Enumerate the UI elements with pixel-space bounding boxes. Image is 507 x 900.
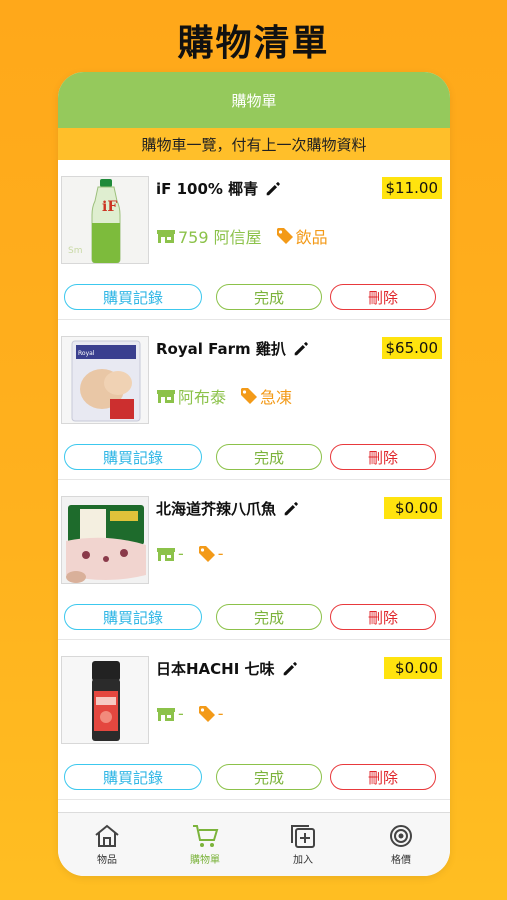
purchase-history-button[interactable]: 購買記錄 bbox=[64, 444, 202, 470]
done-button[interactable]: 完成 bbox=[216, 284, 322, 310]
category-tag[interactable]: - bbox=[198, 704, 224, 723]
store-name: 759 阿信屋 bbox=[178, 228, 262, 247]
price-badge: $0.00 bbox=[384, 497, 442, 519]
store-label[interactable]: 阿布泰 bbox=[156, 384, 226, 408]
tab-add[interactable]: 加入 bbox=[254, 813, 352, 876]
tab-label: 加入 bbox=[293, 855, 313, 866]
item-name: 日本HACHI 七味 bbox=[156, 658, 299, 679]
edit-pencil-icon[interactable] bbox=[281, 660, 299, 678]
item-name: iF 100% 椰青 bbox=[156, 178, 282, 199]
item-name-text: iF 100% 椰青 bbox=[156, 180, 259, 198]
price-badge: $11.00 bbox=[381, 177, 442, 199]
tab-label: 購物單 bbox=[190, 855, 220, 866]
svg-text:Sm: Sm bbox=[68, 246, 82, 256]
list-item: 日本HACHI 七味 $0.00 - - 購買記錄 完成 刪除 bbox=[58, 640, 450, 800]
price-badge: $0.00 bbox=[384, 657, 442, 679]
list-item: iF Sm iF 100% 椰青 $11.00 759 阿信屋 飲品 購買記錄 … bbox=[58, 160, 450, 320]
store-icon bbox=[157, 707, 175, 721]
item-actions: 購買記錄 完成 刪除 bbox=[64, 284, 438, 310]
tag-icon bbox=[198, 545, 215, 562]
nav-title: 購物單 bbox=[231, 91, 277, 110]
tab-label: 格價 bbox=[391, 855, 411, 866]
store-icon bbox=[157, 547, 175, 561]
nav-header: 購物單 bbox=[58, 72, 450, 128]
delete-button[interactable]: 刪除 bbox=[330, 284, 436, 310]
tag-icon bbox=[276, 228, 293, 244]
store-icon bbox=[157, 390, 175, 403]
shopping-list: iF Sm iF 100% 椰青 $11.00 759 阿信屋 飲品 購買記錄 … bbox=[58, 160, 450, 800]
spice-bottle-image bbox=[61, 656, 149, 744]
target-icon bbox=[390, 825, 412, 847]
edit-pencil-icon[interactable] bbox=[282, 500, 300, 518]
purchase-history-button[interactable]: 購買記錄 bbox=[64, 604, 202, 630]
price-badge: $65.00 bbox=[381, 337, 442, 359]
done-button[interactable]: 完成 bbox=[216, 764, 322, 790]
item-name-text: 日本HACHI 七味 bbox=[156, 660, 275, 678]
category-tag[interactable]: 急凍 bbox=[240, 384, 292, 408]
page-title: 購物清單 bbox=[177, 23, 330, 64]
store-label[interactable]: - bbox=[156, 704, 184, 723]
item-actions: 購買記錄 完成 刪除 bbox=[64, 604, 438, 630]
item-name-text: Royal Farm 雞扒 bbox=[156, 340, 286, 358]
app-window: 購物單 購物車一覽，付有上一次購物資料 iF Sm iF 100% 椰青 $11… bbox=[58, 72, 450, 876]
svg-text:Royal: Royal bbox=[78, 350, 95, 357]
done-button[interactable]: 完成 bbox=[216, 444, 322, 470]
tab-items[interactable]: 物品 bbox=[58, 813, 156, 876]
tag-icon bbox=[198, 705, 215, 722]
tag-name: 飲品 bbox=[295, 228, 328, 247]
coconut-water-bottle-image: iF Sm bbox=[61, 176, 149, 264]
tab-label: 物品 bbox=[97, 855, 117, 866]
tag-name: 急凍 bbox=[260, 388, 293, 407]
store-label[interactable]: 759 阿信屋 bbox=[156, 224, 262, 248]
tab-shopping-list[interactable]: 購物單 bbox=[156, 813, 254, 876]
list-item: Royal Royal Farm 雞扒 $65.00 阿布泰 急凍 購買記錄 完… bbox=[58, 320, 450, 480]
edit-pencil-icon[interactable] bbox=[292, 340, 310, 358]
item-meta: - - bbox=[156, 544, 224, 563]
edit-pencil-icon[interactable] bbox=[264, 180, 282, 198]
delete-button[interactable]: 刪除 bbox=[330, 444, 436, 470]
tab-bar: 物品 購物單 加入 格價 bbox=[58, 812, 450, 876]
cart-icon bbox=[193, 825, 219, 847]
delete-button[interactable]: 刪除 bbox=[330, 604, 436, 630]
item-actions: 購買記錄 完成 刪除 bbox=[64, 764, 438, 790]
item-meta: 阿布泰 急凍 bbox=[156, 384, 292, 408]
item-meta: - - bbox=[156, 704, 224, 723]
svg-text:iF: iF bbox=[102, 199, 117, 215]
tag-name: - bbox=[217, 704, 224, 723]
list-item: 北海道芥辣八爪魚 $0.00 - - 購買記錄 完成 刪除 bbox=[58, 480, 450, 640]
purchase-history-button[interactable]: 購買記錄 bbox=[64, 284, 202, 310]
store-label[interactable]: - bbox=[156, 544, 184, 563]
store-name: 阿布泰 bbox=[178, 388, 227, 407]
purchase-history-button[interactable]: 購買記錄 bbox=[64, 764, 202, 790]
store-name: - bbox=[178, 704, 184, 723]
store-name: - bbox=[178, 544, 184, 563]
tag-name: - bbox=[217, 544, 224, 563]
chicken-pack-image: Royal bbox=[61, 336, 149, 424]
done-button[interactable]: 完成 bbox=[216, 604, 322, 630]
delete-button[interactable]: 刪除 bbox=[330, 764, 436, 790]
item-name-text: 北海道芥辣八爪魚 bbox=[156, 500, 277, 518]
item-meta: 759 阿信屋 飲品 bbox=[156, 224, 328, 248]
category-tag[interactable]: - bbox=[198, 544, 224, 563]
add-icon bbox=[291, 825, 315, 848]
tab-price-compare[interactable]: 格價 bbox=[352, 813, 450, 876]
tag-icon bbox=[241, 388, 258, 404]
item-name: Royal Farm 雞扒 bbox=[156, 338, 310, 359]
home-icon bbox=[95, 824, 119, 847]
item-actions: 購買記錄 完成 刪除 bbox=[64, 444, 438, 470]
subtitle-bar: 購物車一覽，付有上一次購物資料 bbox=[58, 128, 450, 160]
category-tag[interactable]: 飲品 bbox=[276, 224, 328, 248]
subtitle-text: 購物車一覽，付有上一次購物資料 bbox=[141, 135, 367, 154]
store-icon bbox=[157, 230, 175, 243]
item-name: 北海道芥辣八爪魚 bbox=[156, 498, 300, 519]
octopus-pack-image bbox=[61, 496, 149, 584]
